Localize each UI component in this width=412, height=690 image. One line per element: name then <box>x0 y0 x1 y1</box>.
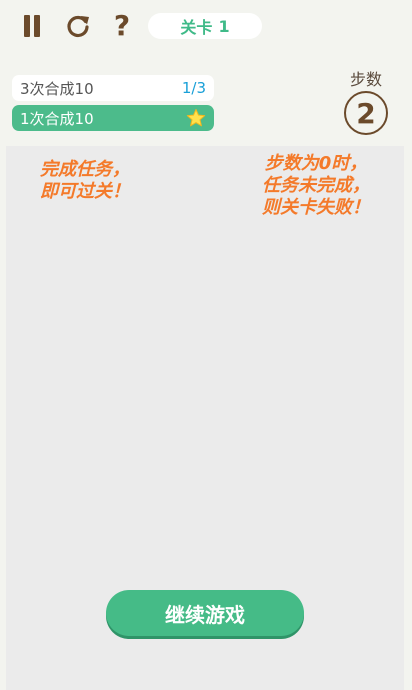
pause-button[interactable] <box>16 10 48 42</box>
task-item-completed: 1次合成10 <box>12 105 214 131</box>
restart-icon <box>67 15 89 38</box>
hint-line: 完成任务， <box>40 159 130 180</box>
level-number: 1 <box>218 16 230 36</box>
task-text: 1次合成10 <box>20 109 94 128</box>
star-icon <box>186 108 206 127</box>
help-button[interactable]: ? <box>106 10 138 42</box>
steps-label: 步数 <box>349 70 382 89</box>
game-board: 完成任务， 即可过关！ 步数为0时， 任务未完成， 则关卡失败！ 继续游戏 <box>6 146 404 690</box>
task-item: 3次合成10 1/3 <box>12 75 214 101</box>
hint-line: 即可过关！ <box>40 181 130 202</box>
restart-button[interactable] <box>62 10 94 42</box>
continue-button-label: 继续游戏 <box>165 602 245 627</box>
steps-counter: 2 <box>344 91 388 135</box>
level-indicator: 关卡 1 <box>148 13 262 39</box>
hint-line: 任务未完成， <box>262 175 370 196</box>
task-text: 3次合成10 <box>20 79 94 98</box>
continue-game-button[interactable]: 继续游戏 <box>106 590 304 636</box>
hint-line: 步数为0时， <box>264 153 368 174</box>
hint-line: 则关卡失败！ <box>262 197 370 218</box>
level-label: 关卡 <box>180 18 213 37</box>
hint-fail-condition: 步数为0时， 任务未完成， 则关卡失败！ <box>262 153 370 219</box>
task-progress: 1/3 <box>181 79 206 97</box>
pause-icon <box>22 15 42 37</box>
game-screen: ? 关卡 1 3次合成10 1/3 1次合成10 步数 2 完成任务， 即可过关… <box>0 0 412 690</box>
help-icon: ? <box>113 9 131 42</box>
top-toolbar: ? 关卡 1 <box>0 0 412 54</box>
steps-value: 2 <box>356 96 376 130</box>
hint-complete-task: 完成任务， 即可过关！ <box>40 159 130 203</box>
